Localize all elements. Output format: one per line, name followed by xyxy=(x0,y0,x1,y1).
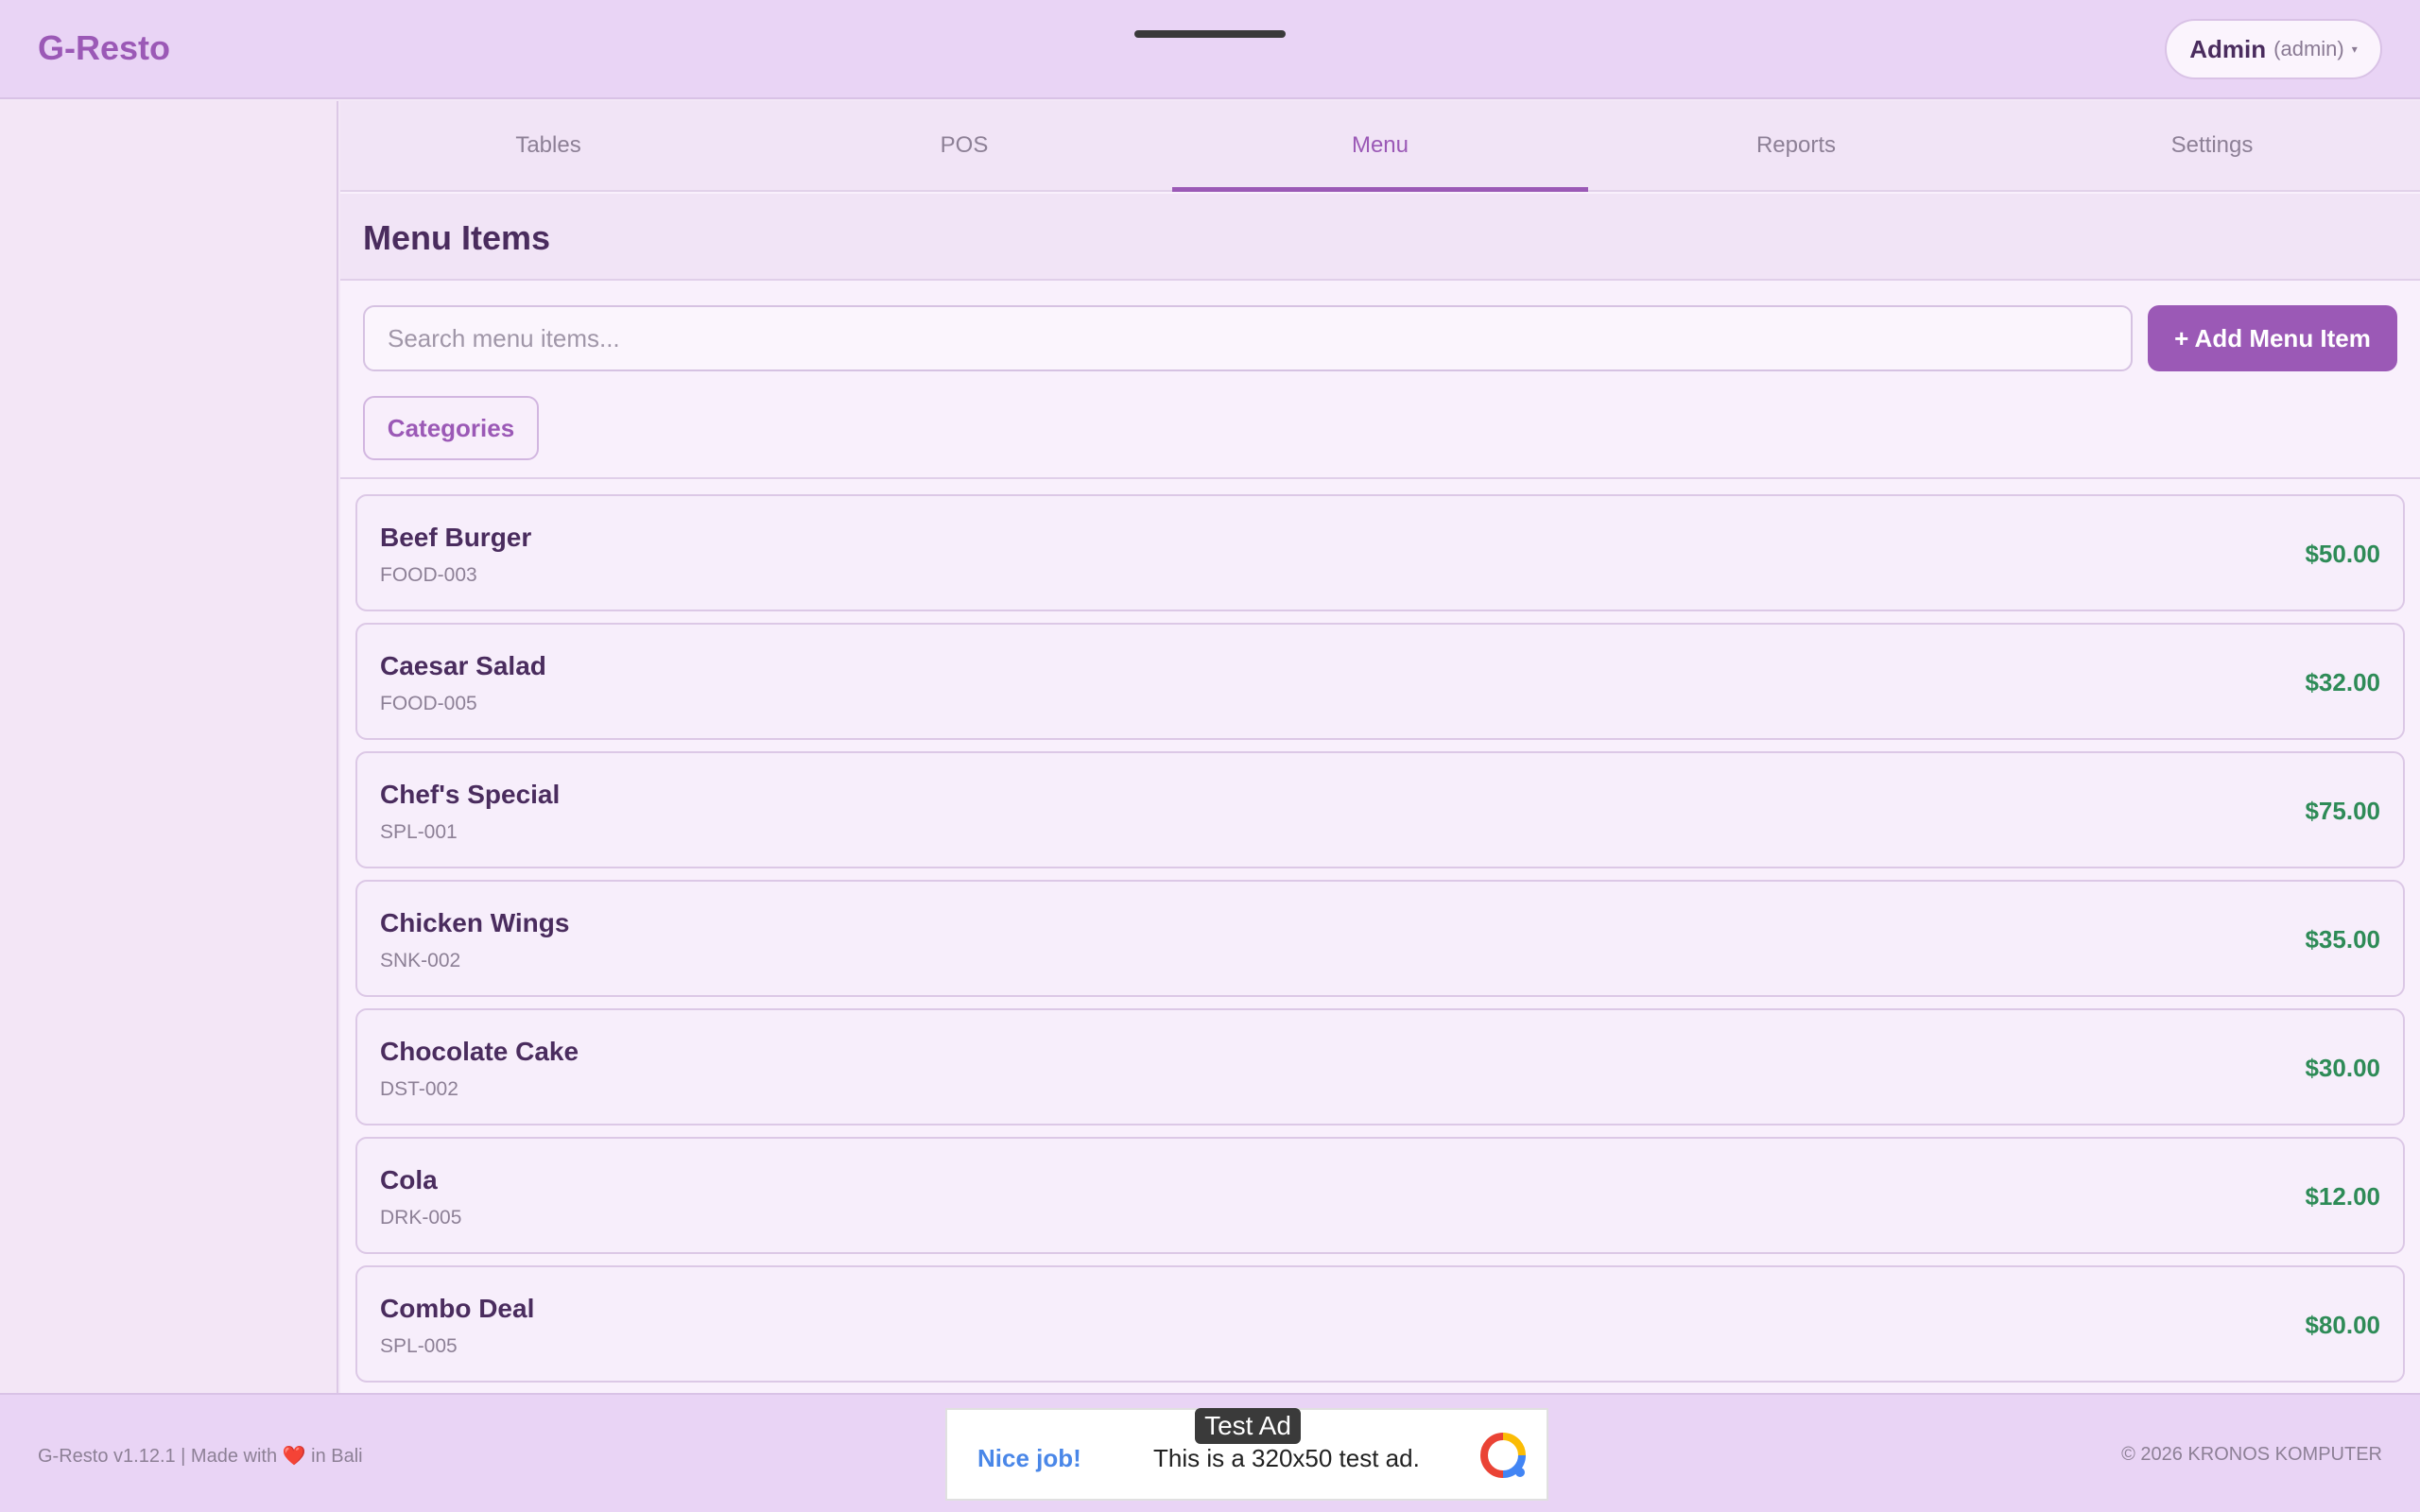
ad-headline[interactable]: Nice job! xyxy=(977,1444,1081,1473)
divider xyxy=(340,477,2420,479)
item-code: FOOD-003 xyxy=(380,564,477,586)
menu-item-row[interactable]: Beef Burger FOOD-003 $50.00 xyxy=(355,494,2405,611)
sidebar xyxy=(0,101,338,1393)
menu-item-row[interactable]: Chocolate Cake DST-002 $30.00 xyxy=(355,1008,2405,1125)
menu-item-row[interactable]: Caesar Salad FOOD-005 $32.00 xyxy=(355,623,2405,740)
item-name: Cola xyxy=(380,1165,438,1194)
section-header: Menu Items xyxy=(340,194,2420,281)
menu-item-row[interactable]: Combo Deal SPL-005 $80.00 xyxy=(355,1265,2405,1383)
item-price: $32.00 xyxy=(2305,668,2380,696)
user-name: Admin xyxy=(2189,34,2267,63)
footer-copyright: © 2026 KRONOS KOMPUTER xyxy=(2121,1444,2382,1465)
menu-item-row[interactable]: Chicken Wings SNK-002 $35.00 xyxy=(355,880,2405,997)
tab-menu[interactable]: Menu xyxy=(1172,101,1588,192)
version-text: G-Resto v1.12.1 | Made with xyxy=(38,1446,278,1467)
app-brand[interactable]: G-Resto xyxy=(38,28,170,68)
item-code: SPL-001 xyxy=(380,821,458,843)
drag-handle[interactable] xyxy=(1134,30,1286,38)
item-code: SPL-005 xyxy=(380,1335,458,1357)
tab-reports[interactable]: Reports xyxy=(1588,101,2004,190)
tab-tables[interactable]: Tables xyxy=(340,101,756,190)
footer-version: G-Resto v1.12.1 | Made with ❤️ in Bali xyxy=(38,1444,363,1468)
ad-text: This is a 320x50 test ad. xyxy=(1153,1444,1420,1472)
app-footer: G-Resto v1.12.1 | Made with ❤️ in Bali T… xyxy=(0,1393,2420,1512)
item-name: Chocolate Cake xyxy=(380,1037,579,1066)
item-price: $35.00 xyxy=(2305,925,2380,954)
item-price: $50.00 xyxy=(2305,540,2380,568)
tab-settings[interactable]: Settings xyxy=(2004,101,2420,190)
item-code: DST-002 xyxy=(380,1078,458,1100)
app-header: G-Resto Admin (admin) ▾ xyxy=(0,0,2420,99)
user-role: (admin) xyxy=(2273,37,2344,60)
item-price: $75.00 xyxy=(2305,797,2380,825)
menu-item-row[interactable]: Cola DRK-005 $12.00 xyxy=(355,1137,2405,1254)
ad-logo-icon xyxy=(1480,1433,1526,1478)
item-name: Beef Burger xyxy=(380,523,532,552)
location-text: in Bali xyxy=(311,1446,363,1467)
item-price: $80.00 xyxy=(2305,1311,2380,1339)
item-name: Caesar Salad xyxy=(380,651,546,680)
nav-tabs: Tables POS Menu Reports Settings xyxy=(340,101,2420,192)
item-name: Combo Deal xyxy=(380,1294,535,1323)
item-code: SNK-002 xyxy=(380,950,461,971)
user-menu-button[interactable]: Admin (admin) ▾ xyxy=(2165,19,2382,79)
item-code: FOOD-005 xyxy=(380,693,477,714)
item-name: Chicken Wings xyxy=(380,908,570,937)
tab-pos[interactable]: POS xyxy=(756,101,1172,190)
ad-tag: Test Ad xyxy=(1195,1408,1301,1444)
page-title: Menu Items xyxy=(363,218,551,257)
main-content: Tables POS Menu Reports Settings Menu It… xyxy=(340,101,2420,1393)
item-name: Chef's Special xyxy=(380,780,561,809)
heart-icon: ❤️ xyxy=(282,1446,306,1467)
ad-banner[interactable]: Test Ad Nice job! This is a 320x50 test … xyxy=(945,1408,1548,1501)
menu-item-row[interactable]: Chef's Special SPL-001 $75.00 xyxy=(355,751,2405,868)
item-price: $12.00 xyxy=(2305,1182,2380,1211)
caret-down-icon: ▾ xyxy=(2351,43,2358,56)
menu-item-list: Beef Burger FOOD-003 $50.00 Caesar Salad… xyxy=(355,494,2405,1394)
categories-button[interactable]: Categories xyxy=(363,396,539,460)
search-input[interactable] xyxy=(363,305,2133,371)
add-menu-item-button[interactable]: + Add Menu Item xyxy=(2148,305,2397,371)
item-price: $30.00 xyxy=(2305,1054,2380,1082)
item-code: DRK-005 xyxy=(380,1207,462,1228)
